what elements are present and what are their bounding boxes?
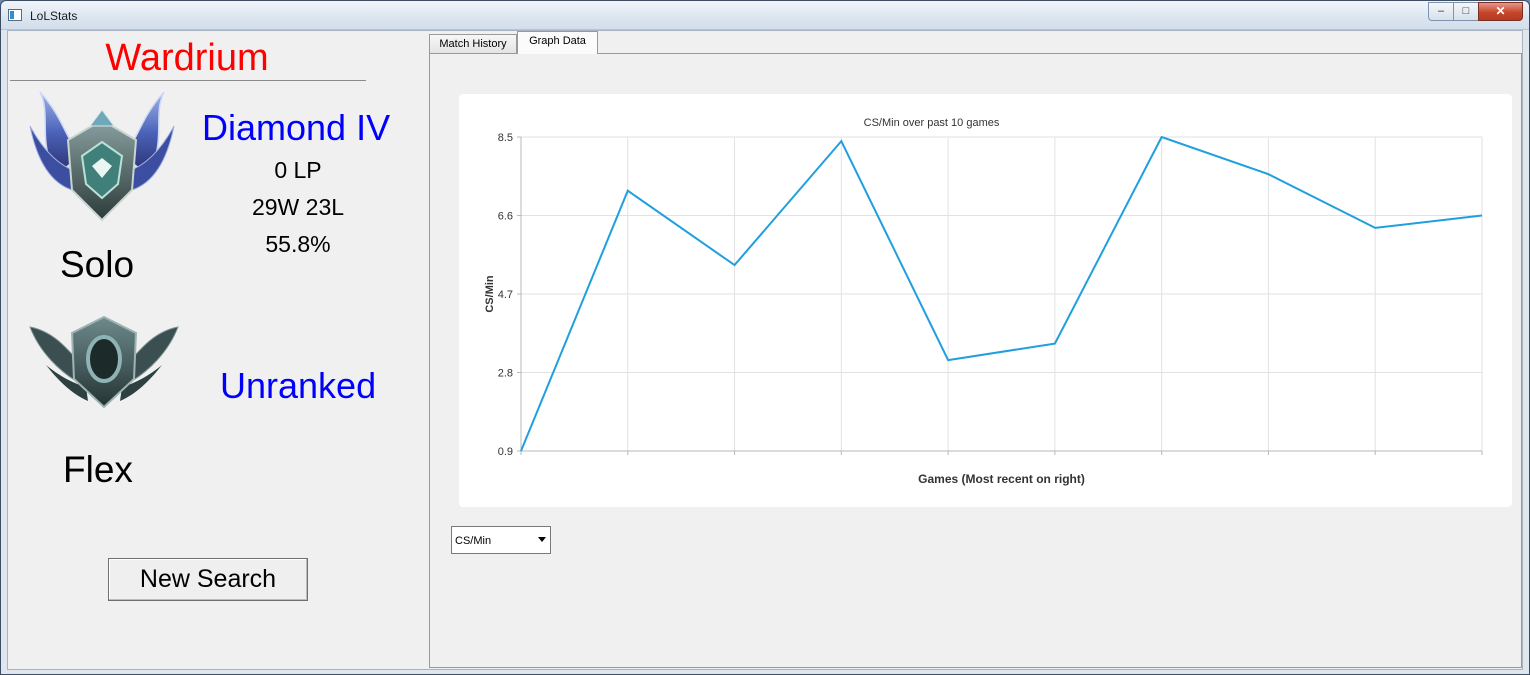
tab-match-history[interactable]: Match History <box>429 34 517 54</box>
unranked-emblem-icon <box>26 313 182 413</box>
metric-dropdown[interactable]: CS/Min <box>451 526 551 554</box>
solo-rank: Diamond IV <box>202 107 391 148</box>
summoner-name: Wardrium <box>105 37 269 79</box>
client-area: Wardrium Solo Diamond IV 0 LP 29W 23L 55… <box>7 30 1523 670</box>
window-controls: – □ ✕ <box>1428 2 1523 21</box>
maximize-button[interactable]: □ <box>1453 2 1479 21</box>
window-title: LoLStats <box>30 9 78 23</box>
flex-queue-label: Flex <box>63 449 133 490</box>
app-window: LoLStats – □ ✕ Wardrium Solo Diamond IV … <box>0 0 1530 675</box>
chart-title: CS/Min over past 10 games <box>864 117 1000 129</box>
solo-record: 29W 23L <box>251 194 345 220</box>
diamond-emblem-icon <box>22 86 182 231</box>
y-tick-label: 2.8 <box>498 368 513 380</box>
metric-dropdown-value: CS/Min <box>455 535 492 547</box>
chevron-down-icon <box>538 537 546 542</box>
graph-data-pane: 8.5 6.6 4.7 2.8 0.9 CS/Min over past 10 games… <box>429 53 1522 668</box>
divider <box>10 80 366 81</box>
cs-per-min-chart: 8.5 6.6 4.7 2.8 0.9 CS/Min over past 10 games… <box>484 117 1483 486</box>
x-axis-label: Games (Most recent on right) <box>918 472 1085 486</box>
minimize-button[interactable]: – <box>1428 2 1454 21</box>
y-tick-label: 4.7 <box>498 289 513 301</box>
solo-winrate: 55.8% <box>265 231 331 257</box>
title-bar: LoLStats – □ ✕ <box>1 1 1529 30</box>
y-tick-label: 0.9 <box>498 446 513 458</box>
y-tick-label: 8.5 <box>498 132 513 144</box>
solo-queue-label: Solo <box>60 244 135 285</box>
flex-rank: Unranked <box>220 365 377 406</box>
profile-panel: Wardrium Solo Diamond IV 0 LP 29W 23L 55… <box>8 31 428 669</box>
solo-lp: 0 LP <box>274 157 322 183</box>
y-tick-label: 6.6 <box>498 211 513 223</box>
tab-graph-data[interactable]: Graph Data <box>517 31 598 54</box>
y-axis-label: CS/Min <box>484 275 496 313</box>
close-button[interactable]: ✕ <box>1478 2 1523 21</box>
new-search-button[interactable]: New Search <box>108 558 308 601</box>
app-icon <box>8 9 22 21</box>
chart-card: 8.5 6.6 4.7 2.8 0.9 CS/Min over past 10 games… <box>459 94 1512 507</box>
